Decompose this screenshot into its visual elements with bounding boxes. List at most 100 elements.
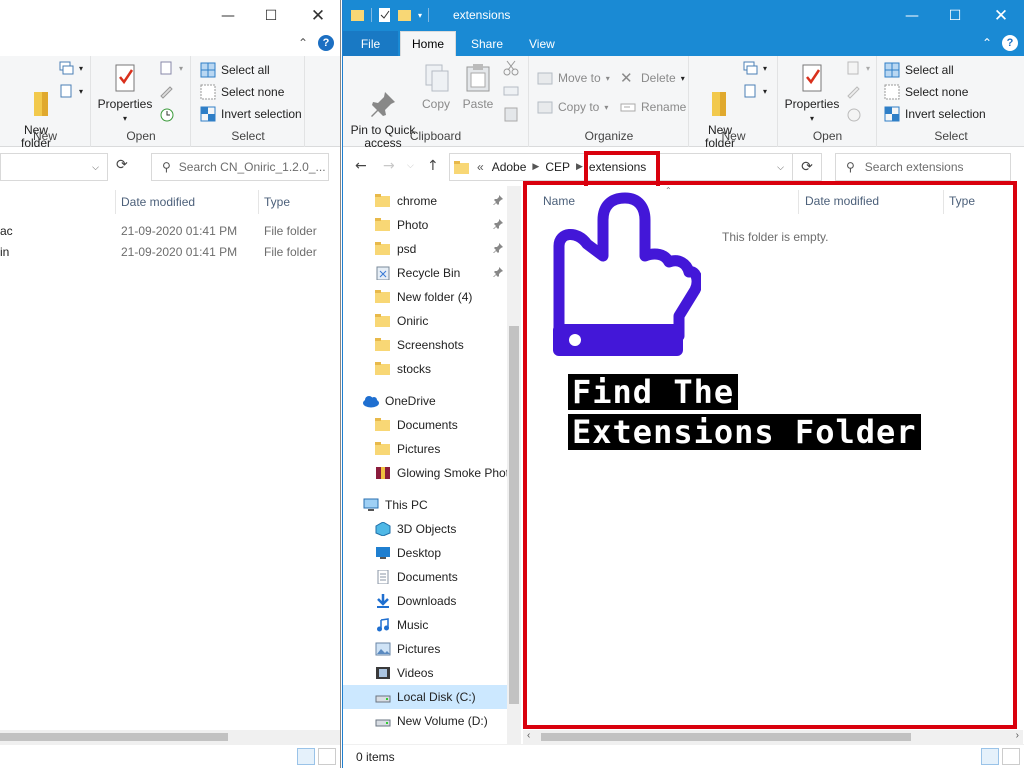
sidebar-item-new-volume-d[interactable]: New Volume (D:) xyxy=(343,709,507,733)
sidebar-item-desktop[interactable]: Desktop xyxy=(343,541,507,565)
left-address-bar[interactable]: ⌵ xyxy=(0,153,108,181)
customize-toolbar-icon[interactable]: ▾ xyxy=(418,11,422,20)
sidebar-item-this-pc[interactable]: This PC xyxy=(343,493,507,517)
column-date-modified[interactable]: Date modified xyxy=(805,194,879,208)
left-column-type[interactable]: Type xyxy=(264,195,290,209)
minimize-button[interactable]: — xyxy=(205,0,251,31)
left-select-none-button[interactable]: Select none xyxy=(200,84,284,100)
sidebar-item-photo[interactable]: Photo xyxy=(343,213,507,237)
tab-share[interactable]: Share xyxy=(461,31,513,56)
select-none-button[interactable]: Select none xyxy=(884,84,968,100)
move-to-button[interactable]: Move to ▾ xyxy=(537,70,610,86)
left-select-all-button[interactable]: Select all xyxy=(200,62,270,78)
chevron-down-icon[interactable]: ⌵ xyxy=(92,162,99,173)
sidebar-item-glowing-smoke-phot[interactable]: Glowing Smoke Phot xyxy=(343,461,509,485)
refresh-icon[interactable]: ⟳ xyxy=(116,157,128,173)
large-icons-view-button[interactable] xyxy=(1002,748,1020,765)
scroll-right-icon[interactable]: › xyxy=(1016,730,1019,741)
select-all-button[interactable]: Select all xyxy=(884,62,954,78)
sidebar-item-documents[interactable]: Documents xyxy=(343,413,507,437)
tab-file[interactable]: File xyxy=(343,31,398,56)
forward-arrow-icon[interactable]: → xyxy=(383,158,395,174)
details-view-button[interactable] xyxy=(297,748,315,765)
horizontal-scrollbar[interactable]: ‹ › xyxy=(523,730,1023,744)
sidebar-item-screenshots[interactable]: Screenshots xyxy=(343,333,507,357)
left-column-date-modified[interactable]: Date modified xyxy=(121,195,195,209)
new-item-button[interactable]: ▾ xyxy=(742,60,767,76)
scrollbar-thumb[interactable] xyxy=(509,326,519,704)
left-properties-button[interactable]: Properties ▾ xyxy=(96,62,154,125)
sidebar-item-downloads[interactable]: Downloads xyxy=(343,589,507,613)
sidebar-item-pictures[interactable]: Pictures xyxy=(343,637,507,661)
navigation-scrollbar[interactable] xyxy=(507,186,521,744)
left-edit-button[interactable] xyxy=(158,83,174,99)
sidebar-item-onedrive[interactable]: OneDrive xyxy=(343,389,507,413)
chevron-down-icon[interactable]: ⌵ xyxy=(777,162,784,173)
close-button[interactable]: ✕ xyxy=(295,0,340,31)
scroll-left-icon[interactable]: ‹ xyxy=(527,730,530,741)
sidebar-item-new-folder-4[interactable]: New folder (4) xyxy=(343,285,507,309)
left-new-item-button[interactable]: ▾ xyxy=(58,60,83,76)
sidebar-item-psd[interactable]: psd xyxy=(343,237,507,261)
sidebar-item-videos[interactable]: Videos xyxy=(343,661,507,685)
rename-button[interactable]: Rename xyxy=(620,99,686,115)
easy-access-button[interactable]: ▾ xyxy=(742,83,767,99)
table-row[interactable]: ac 21-09-2020 01:41 PM File folder xyxy=(0,222,340,242)
up-arrow-icon[interactable]: ↑ xyxy=(427,158,439,174)
paste-button[interactable]: Paste xyxy=(461,62,495,111)
sidebar-item-3d-objects[interactable]: 3D Objects xyxy=(343,517,507,541)
column-divider[interactable] xyxy=(798,190,799,214)
sidebar-item-pictures[interactable]: Pictures xyxy=(343,437,507,461)
back-arrow-icon[interactable]: ← xyxy=(355,158,367,174)
refresh-icon[interactable]: ⟳ xyxy=(792,153,822,181)
new-folder-icon[interactable] xyxy=(398,7,412,23)
tab-home[interactable]: Home xyxy=(400,31,456,56)
breadcrumb-adobe[interactable]: Adobe xyxy=(488,160,531,174)
left-easy-access-button[interactable]: ▾ xyxy=(58,83,83,99)
help-icon[interactable]: ? xyxy=(318,35,334,51)
cut-button[interactable] xyxy=(503,60,519,76)
properties-button[interactable]: Properties ▾ xyxy=(783,62,841,125)
maximize-button[interactable]: ☐ xyxy=(932,0,978,31)
sidebar-item-local-disk-c[interactable]: Local Disk (C:) xyxy=(343,685,507,709)
copy-to-button[interactable]: Copy to ▾ xyxy=(537,99,608,115)
close-button[interactable]: ✕ xyxy=(978,0,1024,31)
sidebar-item-oniric[interactable]: Oniric xyxy=(343,309,507,333)
details-view-button[interactable] xyxy=(981,748,999,765)
breadcrumb-extensions[interactable]: extensions xyxy=(585,160,650,174)
properties-icon[interactable] xyxy=(378,7,392,23)
recent-locations-icon[interactable]: ⌵ xyxy=(407,161,414,171)
chevron-right-icon[interactable]: ▶ xyxy=(530,162,541,172)
column-type[interactable]: Type xyxy=(949,194,975,208)
help-icon[interactable]: ? xyxy=(1002,35,1018,51)
sidebar-item-stocks[interactable]: stocks xyxy=(343,357,507,381)
invert-selection-button[interactable]: Invert selection xyxy=(884,106,986,122)
breadcrumb-cep[interactable]: CEP xyxy=(541,160,574,174)
sidebar-item-music[interactable]: Music xyxy=(343,613,507,637)
column-divider[interactable] xyxy=(943,190,944,214)
minimize-button[interactable]: — xyxy=(889,0,935,31)
left-history-button[interactable] xyxy=(158,106,174,122)
table-row[interactable]: in 21-09-2020 01:41 PM File folder xyxy=(0,243,340,263)
search-input[interactable]: ⚲ Search extensions xyxy=(835,153,1011,181)
collapse-ribbon-icon[interactable]: ⌃ xyxy=(298,36,308,50)
large-icons-view-button[interactable] xyxy=(318,748,336,765)
sidebar-item-documents[interactable]: Documents xyxy=(343,565,507,589)
sidebar-item-recycle-bin[interactable]: Recycle Bin xyxy=(343,261,507,285)
tab-view[interactable]: View xyxy=(519,31,565,56)
copy-path-button[interactable] xyxy=(503,83,519,99)
history-button[interactable] xyxy=(845,106,861,122)
left-search-input[interactable]: ⚲ Search CN_Oniric_1.2.0_... xyxy=(151,153,329,181)
column-divider[interactable] xyxy=(115,190,116,214)
delete-button[interactable]: ✕ Delete ▾ xyxy=(620,70,685,86)
collapse-ribbon-icon[interactable]: ⌃ xyxy=(982,36,992,50)
edit-button[interactable] xyxy=(845,83,861,99)
chevron-right-icon[interactable]: ▶ xyxy=(574,162,585,172)
left-open-button[interactable]: ▾ xyxy=(158,60,183,76)
column-divider[interactable] xyxy=(258,190,259,214)
copy-button[interactable]: Copy xyxy=(421,62,451,111)
maximize-button[interactable]: ☐ xyxy=(248,0,294,31)
paste-shortcut-button[interactable] xyxy=(503,106,519,122)
left-invert-selection-button[interactable]: Invert selection xyxy=(200,106,302,122)
sidebar-item-chrome[interactable]: chrome xyxy=(343,189,507,213)
